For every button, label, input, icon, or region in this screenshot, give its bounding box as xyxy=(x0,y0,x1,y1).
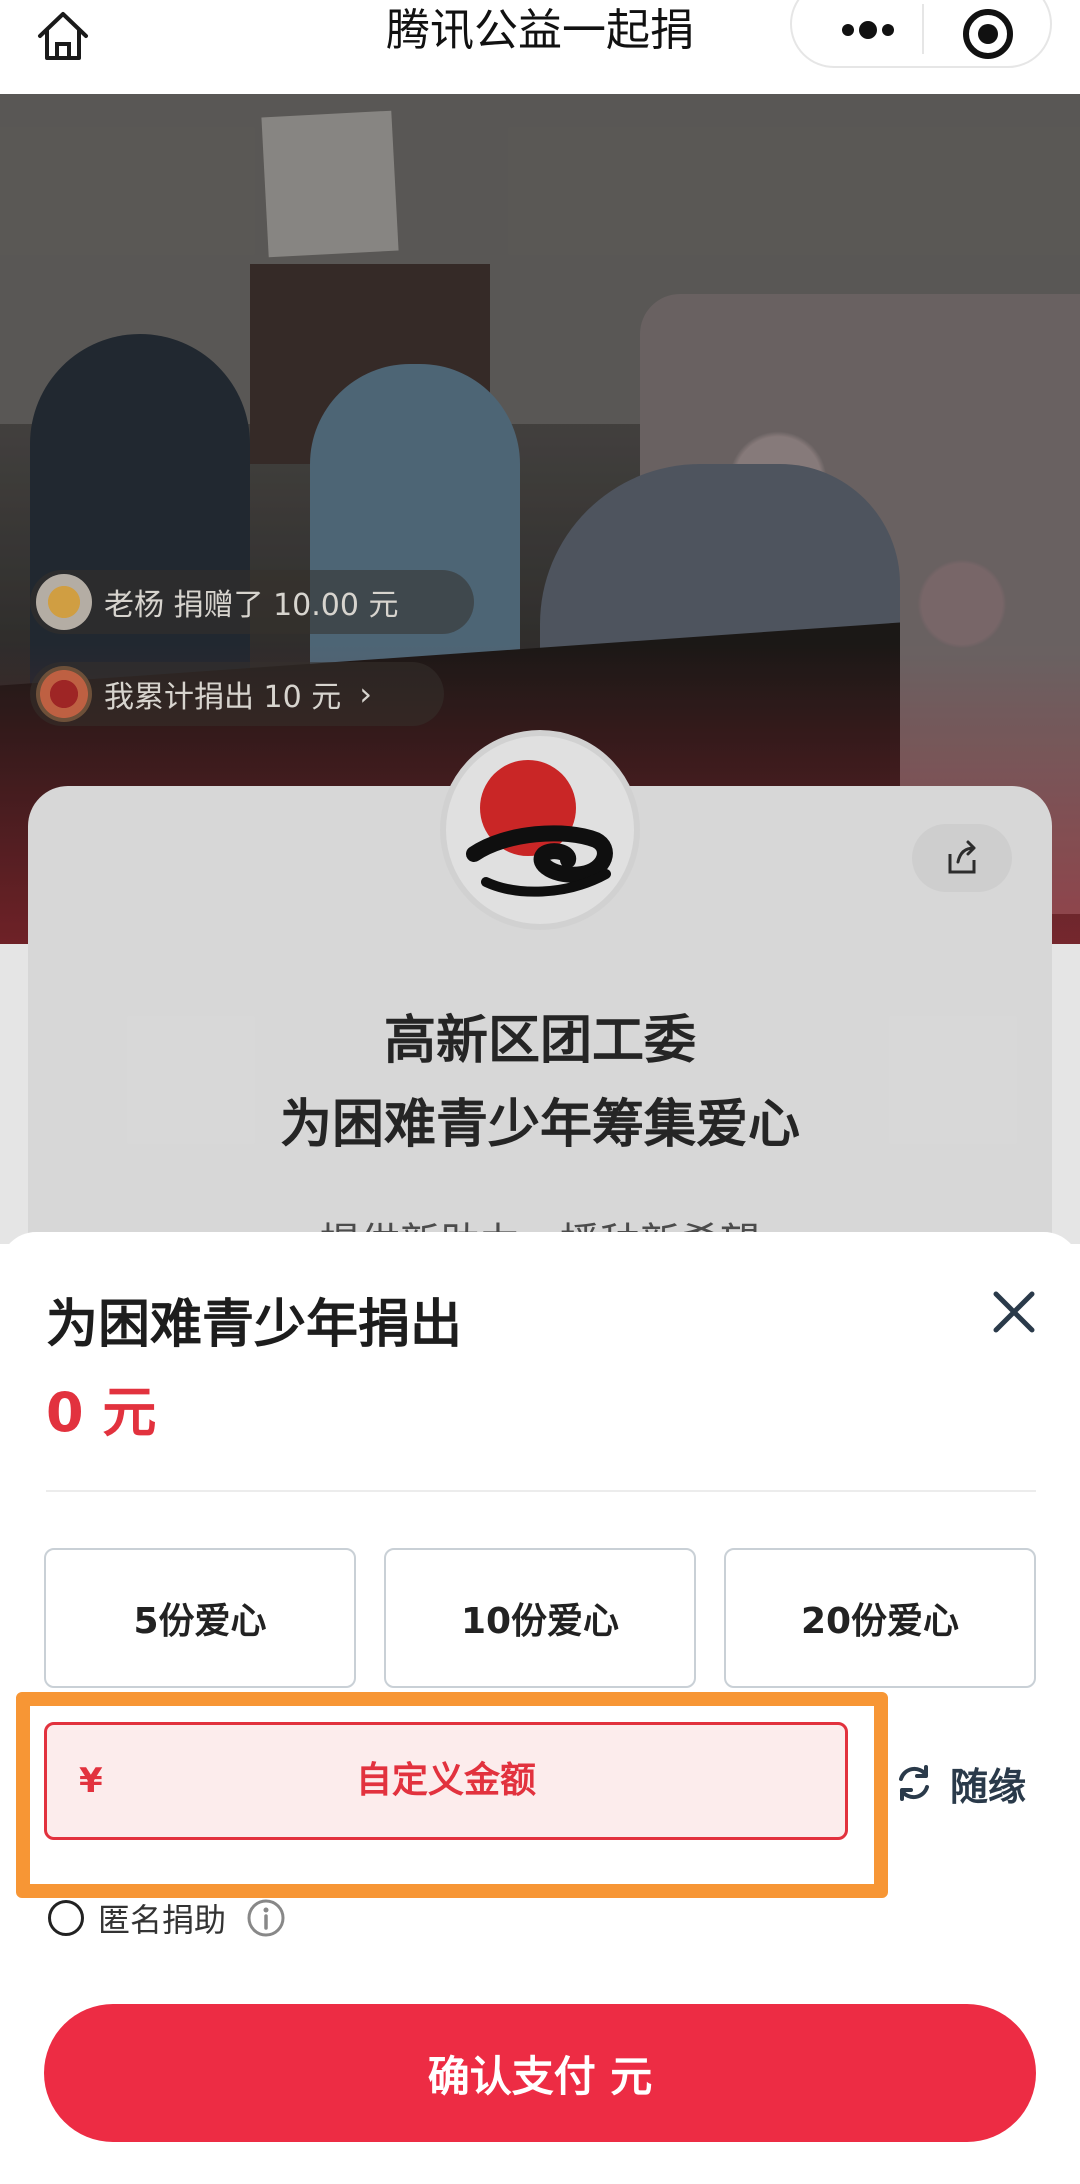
donation-amount: 0 元 xyxy=(46,1381,157,1444)
donation-ticker: 老杨 捐赠了 10.00 元 xyxy=(30,570,474,634)
sheet-title: 为困难青少年捐出 xyxy=(46,1295,463,1355)
close-icon[interactable] xyxy=(986,1284,1042,1340)
anonymous-label: 匿名捐助 xyxy=(98,1901,227,1939)
top-bar: 腾讯公益一起捐 xyxy=(0,0,1080,94)
org-name: 高新区团工委 xyxy=(383,1011,696,1071)
my-donation-total[interactable]: 我累计捐出 10 元 › xyxy=(30,662,444,726)
donation-sheet: 为困难青少年捐出 0 元 5份爱心 10份爱心 20份爱心 ¥ 自定义金额 随缘… xyxy=(0,1232,1080,2184)
org-logo xyxy=(440,730,640,930)
capsule-divider xyxy=(922,4,924,54)
project-title: 为困难青少年筹集爱心 xyxy=(279,1095,800,1155)
random-label: 随缘 xyxy=(950,1764,1027,1809)
refresh-icon xyxy=(899,1765,929,1801)
custom-amount-input[interactable]: ¥ 自定义金额 xyxy=(44,1722,848,1840)
share-icon[interactable] xyxy=(912,824,1012,892)
target-icon[interactable] xyxy=(958,4,1018,64)
mini-program-capsule xyxy=(790,0,1052,68)
my-donation-text: 我累计捐出 10 元 xyxy=(104,680,342,715)
info-icon[interactable] xyxy=(246,1898,286,1938)
random-amount-button[interactable]: 随缘 xyxy=(892,1748,1026,1818)
custom-amount-placeholder: 自定义金额 xyxy=(355,1760,536,1801)
radio-icon[interactable] xyxy=(48,1900,84,1936)
ticker-text: 老杨 捐赠了 10.00 元 xyxy=(104,588,399,623)
anonymous-toggle[interactable]: 匿名捐助 xyxy=(48,1888,286,1948)
confirm-pay-button[interactable]: 确认支付 元 xyxy=(44,2004,1036,2142)
avatar xyxy=(36,574,92,630)
option-10-hearts-button[interactable]: 10份爱心 xyxy=(384,1548,696,1688)
more-dots-icon[interactable] xyxy=(828,2,908,58)
option-20-hearts-button[interactable]: 20份爱心 xyxy=(724,1548,1036,1688)
chevron-right-icon: › xyxy=(359,675,373,713)
option-5-hearts-button[interactable]: 5份爱心 xyxy=(44,1548,356,1688)
divider xyxy=(46,1490,1036,1492)
avatar xyxy=(36,666,92,722)
